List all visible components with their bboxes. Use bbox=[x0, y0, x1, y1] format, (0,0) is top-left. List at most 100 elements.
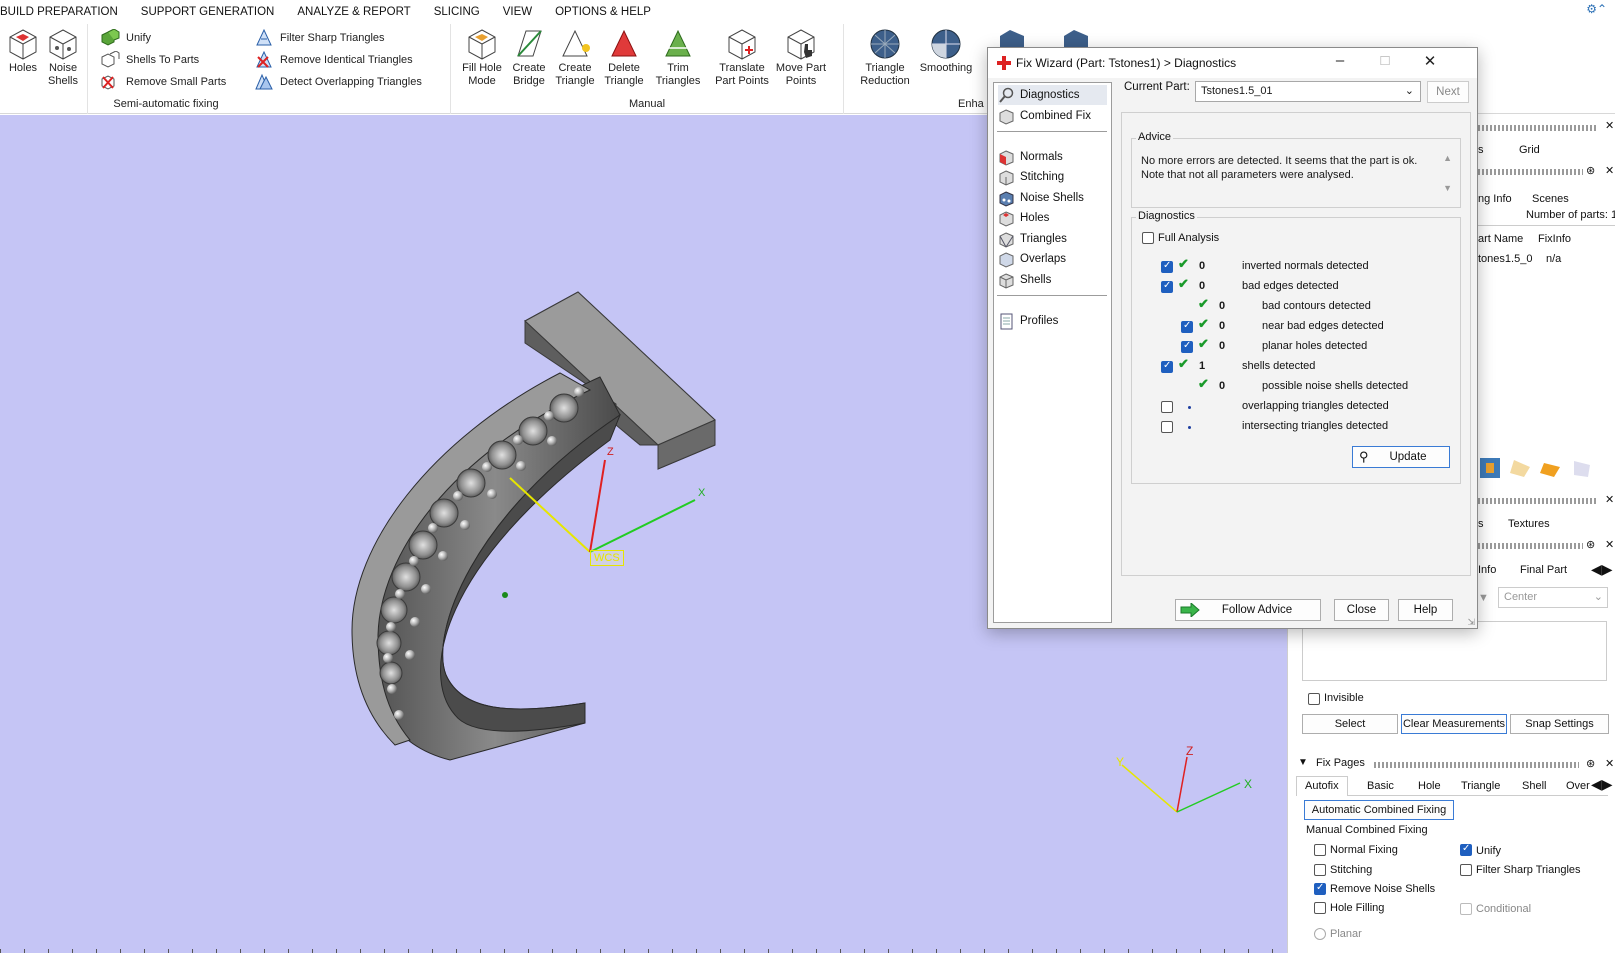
automatic-combined-fixing-button[interactable]: Automatic Combined Fixing bbox=[1304, 800, 1454, 820]
tab-scroll-left-icon[interactable]: ◀▶ bbox=[1591, 561, 1613, 578]
row-part-name[interactable]: tones1.5_0 bbox=[1478, 253, 1532, 265]
near-bad-edges-checkbox[interactable] bbox=[1181, 320, 1193, 333]
panel-close-icon-2[interactable]: ✕ bbox=[1605, 164, 1614, 177]
shells-checkbox[interactable] bbox=[1161, 360, 1173, 373]
menu-support-generation[interactable]: SUPPORT GENERATION bbox=[141, 6, 287, 18]
window-settings-icon[interactable]: ⚙⌃ bbox=[1586, 2, 1607, 16]
scroll-up-icon[interactable]: ▲ bbox=[1443, 153, 1452, 163]
pin-icon-2[interactable]: ⊛ bbox=[1586, 538, 1595, 551]
magnifier-icon: ⚲ bbox=[1359, 449, 1369, 464]
fix-pages-collapse-icon[interactable]: ▼ bbox=[1298, 757, 1308, 768]
menu-options-help[interactable]: OPTIONS & HELP bbox=[555, 6, 663, 18]
nav-normals[interactable]: Normals bbox=[998, 147, 1107, 167]
tab-s-2[interactable]: s bbox=[1478, 518, 1484, 530]
nav-overlaps[interactable]: Overlaps bbox=[998, 249, 1107, 269]
toolbar-icons[interactable] bbox=[1478, 455, 1613, 481]
create-triangle-button[interactable]: Create Triangle bbox=[552, 28, 598, 88]
conditional-checkbox[interactable] bbox=[1460, 903, 1472, 915]
nav-shells[interactable]: Shells bbox=[998, 270, 1107, 290]
resize-grip-icon[interactable]: ⇲ bbox=[1467, 617, 1475, 628]
help-button[interactable]: Help bbox=[1398, 599, 1453, 621]
center-select-value: Center bbox=[1504, 591, 1538, 603]
fill-hole-mode-button[interactable]: Fill Hole Mode bbox=[459, 28, 505, 88]
overlapping-triangles-checkbox[interactable] bbox=[1161, 401, 1173, 413]
nav-noise-shells[interactable]: Noise Shells bbox=[998, 188, 1107, 208]
panel-close-icon-3[interactable]: ✕ bbox=[1605, 493, 1614, 506]
bad-edges-checkbox[interactable] bbox=[1161, 280, 1173, 293]
tab-over[interactable]: Over bbox=[1566, 780, 1590, 792]
tab-hole[interactable]: Hole bbox=[1418, 780, 1441, 792]
follow-advice-button[interactable]: Follow Advice bbox=[1175, 599, 1321, 621]
delete-triangle-button[interactable]: Delete Triangle bbox=[601, 28, 647, 88]
pin-icon[interactable]: ⊛ bbox=[1586, 164, 1595, 177]
nav-diagnostics[interactable]: Diagnostics bbox=[998, 85, 1107, 105]
filter-sharp-triangles-checkbox[interactable] bbox=[1460, 864, 1472, 876]
panel-close-icon-5[interactable]: ✕ bbox=[1605, 757, 1614, 770]
tab-basic[interactable]: Basic bbox=[1367, 780, 1394, 792]
panel-close-icon[interactable]: ✕ bbox=[1605, 119, 1614, 132]
filter-sharp-triangles-button[interactable]: Filter Sharp Triangles bbox=[254, 28, 385, 48]
pin-icon-3[interactable]: ⊛ bbox=[1586, 757, 1595, 770]
nav-combined-fix[interactable]: Combined Fix bbox=[998, 106, 1107, 126]
menu-analyze-report[interactable]: ANALYZE & REPORT bbox=[297, 6, 422, 18]
invisible-checkbox[interactable] bbox=[1308, 693, 1320, 705]
clear-measurements-button[interactable]: Clear Measurements bbox=[1401, 714, 1507, 734]
triangle-reduction-button[interactable]: Triangle Reduction bbox=[856, 28, 914, 88]
hole-filling-checkbox[interactable] bbox=[1314, 902, 1326, 914]
nav-separator bbox=[997, 131, 1107, 132]
tab-final-part[interactable]: Final Part bbox=[1520, 564, 1567, 576]
update-button[interactable]: ⚲ Update bbox=[1352, 446, 1450, 468]
planar-holes-checkbox[interactable] bbox=[1181, 340, 1193, 353]
create-bridge-button[interactable]: Create Bridge bbox=[506, 28, 552, 88]
shells-to-parts-label: Shells To Parts bbox=[126, 54, 200, 66]
inverted-normals-checkbox[interactable] bbox=[1161, 260, 1173, 273]
tab-triangle[interactable]: Triangle bbox=[1461, 780, 1500, 792]
intersecting-triangles-checkbox[interactable] bbox=[1161, 421, 1173, 433]
disabled-tool-icon: ▼ bbox=[1478, 592, 1489, 604]
remove-noise-shells-checkbox[interactable] bbox=[1314, 882, 1326, 895]
translate-part-points-button[interactable]: Translate Part Points bbox=[712, 28, 772, 88]
panel-close-icon-4[interactable]: ✕ bbox=[1605, 538, 1614, 551]
next-button[interactable]: Next bbox=[1427, 81, 1469, 103]
tab-scroll-icon[interactable]: ◀▶ bbox=[1591, 776, 1613, 793]
nav-stitching[interactable]: Stitching bbox=[998, 167, 1107, 187]
detect-overlapping-triangles-button[interactable]: Detect Overlapping Triangles bbox=[254, 72, 422, 92]
maximize-button[interactable]: □ bbox=[1372, 52, 1398, 69]
nav-holes[interactable]: Holes bbox=[998, 208, 1107, 228]
scroll-down-icon[interactable]: ▼ bbox=[1443, 183, 1452, 193]
trim-triangles-button[interactable]: Trim Triangles bbox=[655, 28, 701, 88]
tab-textures[interactable]: Textures bbox=[1508, 518, 1550, 530]
menu-view[interactable]: VIEW bbox=[503, 6, 544, 18]
minimize-button[interactable]: – bbox=[1327, 52, 1353, 69]
close-window-button[interactable]: ✕ bbox=[1417, 52, 1443, 70]
tab-scenes[interactable]: Scenes bbox=[1532, 193, 1569, 205]
current-part-select[interactable]: Tstones1.5_01 ⌄ bbox=[1195, 81, 1421, 102]
tab-grid[interactable]: Grid bbox=[1519, 144, 1540, 156]
create-triangle-icon bbox=[562, 29, 590, 57]
move-part-points-button[interactable]: Move Part Points bbox=[773, 28, 829, 88]
menu-build-preparation[interactable]: BUILD PREPARATION bbox=[0, 6, 130, 18]
nav-triangles[interactable]: Triangles bbox=[998, 229, 1107, 249]
close-button[interactable]: Close bbox=[1334, 599, 1389, 621]
stitching-checkbox[interactable] bbox=[1314, 864, 1326, 876]
tab-info[interactable]: Info bbox=[1478, 564, 1496, 576]
select-button[interactable]: Select bbox=[1302, 714, 1398, 734]
remove-small-parts-button[interactable]: Remove Small Parts bbox=[100, 72, 226, 92]
unify-checkbox[interactable] bbox=[1460, 843, 1472, 856]
tab-shell[interactable]: Shell bbox=[1522, 780, 1546, 792]
tab-ng-info[interactable]: ng Info bbox=[1478, 193, 1512, 205]
remove-identical-triangles-button[interactable]: Remove Identical Triangles bbox=[254, 50, 413, 70]
shells-to-parts-button[interactable]: Shells To Parts bbox=[100, 50, 199, 70]
center-select[interactable]: Center ⌄ bbox=[1498, 587, 1608, 608]
unify-button[interactable]: Unify bbox=[100, 28, 151, 48]
planar-radio[interactable] bbox=[1314, 928, 1326, 940]
nav-profiles[interactable]: Profiles bbox=[998, 311, 1107, 331]
noise-shells-button[interactable]: Noise Shells bbox=[40, 28, 86, 88]
smoothing-button[interactable]: Smoothing bbox=[916, 28, 976, 75]
full-analysis-checkbox[interactable] bbox=[1142, 232, 1154, 244]
tab-autofix[interactable]: Autofix bbox=[1296, 776, 1348, 796]
tab-s[interactable]: s bbox=[1478, 144, 1484, 156]
menu-slicing[interactable]: SLICING bbox=[434, 6, 492, 18]
snap-settings-button[interactable]: Snap Settings bbox=[1510, 714, 1609, 734]
normal-fixing-checkbox[interactable] bbox=[1314, 844, 1326, 856]
